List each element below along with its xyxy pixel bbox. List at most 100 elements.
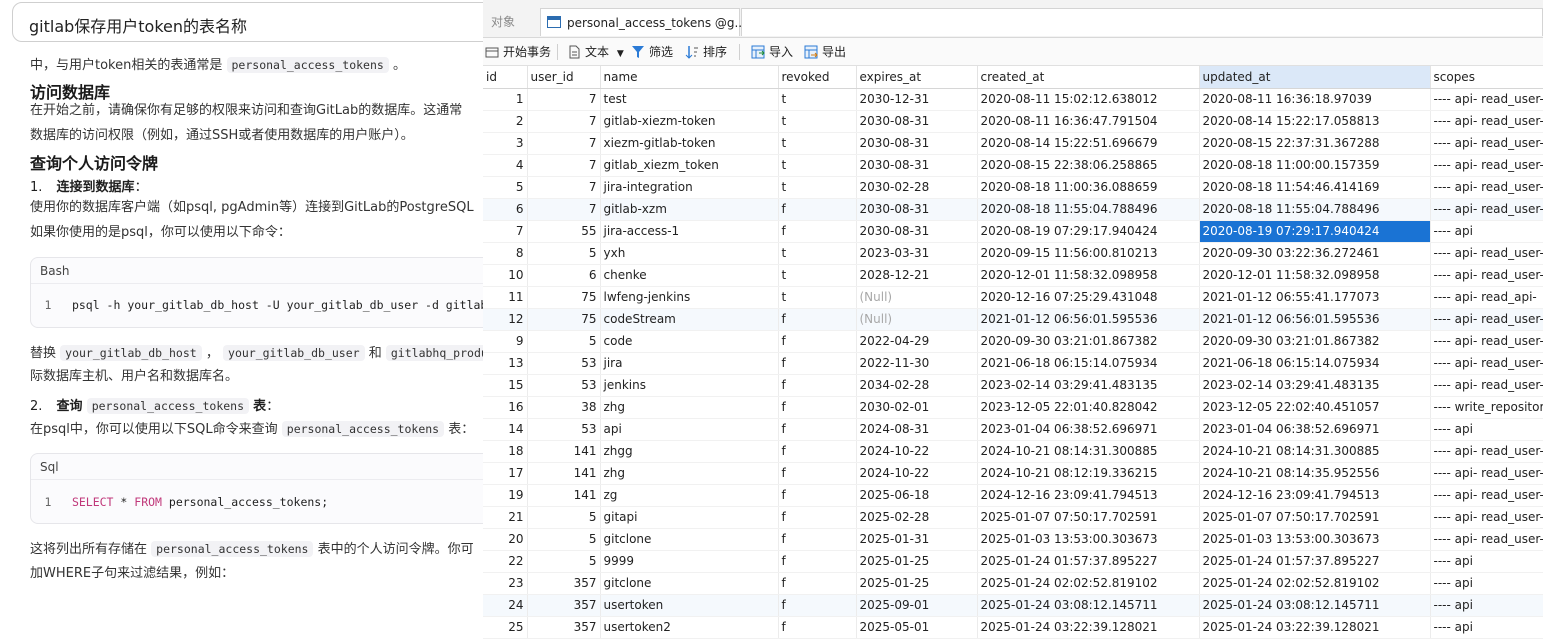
cell-created-at[interactable]: 2021-01-12 06:56:01.595536 <box>977 308 1200 331</box>
cell-user-id[interactable]: 141 <box>527 484 601 507</box>
cell-created-at[interactable]: 2020-08-18 11:55:04.788496 <box>977 198 1200 221</box>
cell-created-at[interactable]: 2020-08-11 16:36:47.791504 <box>977 110 1200 133</box>
cell-revoked[interactable]: f <box>778 616 857 639</box>
cell-updated-at[interactable]: 2025-01-24 03:08:12.145711 <box>1199 594 1431 617</box>
cell-name[interactable]: zhg <box>600 462 779 485</box>
cell-revoked[interactable]: f <box>778 462 857 485</box>
cell-created-at[interactable]: 2024-10-21 08:14:31.300885 <box>977 440 1200 463</box>
cell-name[interactable]: jenkins <box>600 374 779 397</box>
table-row[interactable]: 5 7 jira-integration t 2030-02-28 2020-08-18 … <box>483 176 1543 199</box>
table-row[interactable]: 17 141 zhg f 2024-10-22 2024-10-21 08:12:19.3… <box>483 462 1543 485</box>
cell-created-at[interactable]: 2021-06-18 06:15:14.075934 <box>977 352 1200 375</box>
column-header-updated-at[interactable]: updated_at <box>1199 66 1431 89</box>
cell-expires-at[interactable]: 2030-02-01 <box>856 396 978 419</box>
cell-updated-at[interactable]: 2020-08-11 16:36:18.97039 <box>1199 88 1431 111</box>
cell-scopes[interactable]: ---- api- read_user- <box>1430 110 1543 133</box>
cell-updated-at[interactable]: 2021-01-12 06:56:01.595536 <box>1199 308 1431 331</box>
cell-updated-at[interactable]: 2025-01-03 13:53:00.303673 <box>1199 528 1431 551</box>
cell-created-at[interactable]: 2025-01-24 01:57:37.895227 <box>977 550 1200 573</box>
cell-created-at[interactable]: 2025-01-24 03:08:12.145711 <box>977 594 1200 617</box>
cell-revoked[interactable]: f <box>778 352 857 375</box>
cell-user-id[interactable]: 7 <box>527 88 601 111</box>
cell-revoked[interactable]: f <box>778 330 857 353</box>
cell-revoked[interactable]: f <box>778 528 857 551</box>
cell-id[interactable]: 2 <box>483 110 528 133</box>
cell-expires-at[interactable]: (Null) <box>856 286 978 309</box>
cell-user-id[interactable]: 5 <box>527 550 601 573</box>
cell-name[interactable]: lwfeng-jenkins <box>600 286 779 309</box>
cell-user-id[interactable]: 55 <box>527 220 601 243</box>
cell-name[interactable]: codeStream <box>600 308 779 331</box>
cell-id[interactable]: 20 <box>483 528 528 551</box>
cell-user-id[interactable]: 38 <box>527 396 601 419</box>
cell-scopes[interactable]: ---- api <box>1430 594 1543 617</box>
cell-expires-at[interactable]: 2022-04-29 <box>856 330 978 353</box>
table-row[interactable]: 23 357 gitclone f 2025-01-25 2025-01-24 02:02… <box>483 572 1543 595</box>
cell-name[interactable]: jira-access-1 <box>600 220 779 243</box>
cell-user-id[interactable]: 75 <box>527 286 601 309</box>
cell-id[interactable]: 3 <box>483 132 528 155</box>
cell-id[interactable]: 7 <box>483 220 528 243</box>
cell-expires-at[interactable]: 2024-10-22 <box>856 462 978 485</box>
cell-updated-at[interactable]: 2020-09-30 03:21:01.867382 <box>1199 330 1431 353</box>
cell-scopes[interactable]: ---- api- read_user- <box>1430 528 1543 551</box>
cell-id[interactable]: 15 <box>483 374 528 397</box>
cell-created-at[interactable]: 2024-10-21 08:12:19.336215 <box>977 462 1200 485</box>
cell-scopes[interactable]: ---- api- read_user- <box>1430 506 1543 529</box>
cell-name[interactable]: jira <box>600 352 779 375</box>
cell-id[interactable]: 17 <box>483 462 528 485</box>
user-query-box[interactable]: gitlab保存用户token的表名称 <box>12 2 490 42</box>
cell-expires-at[interactable]: (Null) <box>856 308 978 331</box>
tab-personal-access-tokens[interactable]: personal_access_tokens @g... <box>540 8 746 36</box>
table-row[interactable]: 18 141 zhgg f 2024-10-22 2024-10-21 08:14:31.… <box>483 440 1543 463</box>
cell-id[interactable]: 11 <box>483 286 528 309</box>
cell-id[interactable]: 8 <box>483 242 528 265</box>
table-row[interactable]: 21 5 gitapi f 2025-02-28 2025-01-07 07:50:17.… <box>483 506 1543 529</box>
table-row[interactable]: 4 7 gitlab_xiezm_token t 2030-08-31 2020-08-1… <box>483 154 1543 177</box>
table-row[interactable]: 13 53 jira f 2022-11-30 2021-06-18 06:15:14.0… <box>483 352 1543 375</box>
cell-created-at[interactable]: 2020-08-18 11:00:36.088659 <box>977 176 1200 199</box>
cell-updated-at[interactable]: 2020-09-30 03:22:36.272461 <box>1199 242 1431 265</box>
cell-updated-at[interactable]: 2020-08-18 11:54:46.414169 <box>1199 176 1431 199</box>
cell-created-at[interactable]: 2020-09-30 03:21:01.867382 <box>977 330 1200 353</box>
cell-created-at[interactable]: 2023-01-04 06:38:52.696971 <box>977 418 1200 441</box>
cell-updated-at[interactable]: 2025-01-24 01:57:37.895227 <box>1199 550 1431 573</box>
cell-revoked[interactable]: f <box>778 506 857 529</box>
filter-button[interactable]: 筛选 <box>631 42 673 62</box>
cell-id[interactable]: 18 <box>483 440 528 463</box>
cell-expires-at[interactable]: 2024-10-22 <box>856 440 978 463</box>
cell-user-id[interactable]: 7 <box>527 176 601 199</box>
cell-updated-at[interactable]: 2023-01-04 06:38:52.696971 <box>1199 418 1431 441</box>
cell-expires-at[interactable]: 2025-05-01 <box>856 616 978 639</box>
begin-transaction-button[interactable]: 开始事务 <box>485 42 551 62</box>
cell-name[interactable]: test <box>600 88 779 111</box>
cell-revoked[interactable]: t <box>778 176 857 199</box>
table-row[interactable]: 11 75 lwfeng-jenkins t (Null) 2020-12-16 07:2… <box>483 286 1543 309</box>
cell-id[interactable]: 6 <box>483 198 528 221</box>
cell-name[interactable]: chenke <box>600 264 779 287</box>
cell-created-at[interactable]: 2025-01-07 07:50:17.702591 <box>977 506 1200 529</box>
cell-revoked[interactable]: f <box>778 308 857 331</box>
cell-scopes[interactable]: ---- api- read_user- <box>1430 374 1543 397</box>
cell-name[interactable]: usertoken2 <box>600 616 779 639</box>
cell-name[interactable]: zhgg <box>600 440 779 463</box>
cell-created-at[interactable]: 2020-09-15 11:56:00.810213 <box>977 242 1200 265</box>
cell-revoked[interactable]: f <box>778 396 857 419</box>
table-row[interactable]: 25 357 usertoken2 f 2025-05-01 2025-01-24 03:… <box>483 616 1543 639</box>
cell-user-id[interactable]: 53 <box>527 374 601 397</box>
cell-user-id[interactable]: 53 <box>527 418 601 441</box>
table-row[interactable]: 7 55 jira-access-1 f 2030-08-31 2020-08-19 07… <box>483 220 1543 243</box>
cell-scopes[interactable]: ---- api- read_user- <box>1430 462 1543 485</box>
cell-updated-at[interactable]: 2020-12-01 11:58:32.098958 <box>1199 264 1431 287</box>
cell-id[interactable]: 10 <box>483 264 528 287</box>
cell-revoked[interactable]: t <box>778 132 857 155</box>
cell-scopes[interactable]: ---- api- read_user- <box>1430 176 1543 199</box>
cell-scopes[interactable]: ---- api <box>1430 220 1543 243</box>
cell-created-at[interactable]: 2025-01-24 03:22:39.128021 <box>977 616 1200 639</box>
column-header-revoked[interactable]: revoked <box>778 66 857 89</box>
column-header-scopes[interactable]: scopes <box>1430 66 1543 89</box>
cell-id[interactable]: 1 <box>483 88 528 111</box>
cell-scopes[interactable]: ---- api- read_user- <box>1430 484 1543 507</box>
cell-name[interactable]: usertoken <box>600 594 779 617</box>
cell-expires-at[interactable]: 2034-02-28 <box>856 374 978 397</box>
